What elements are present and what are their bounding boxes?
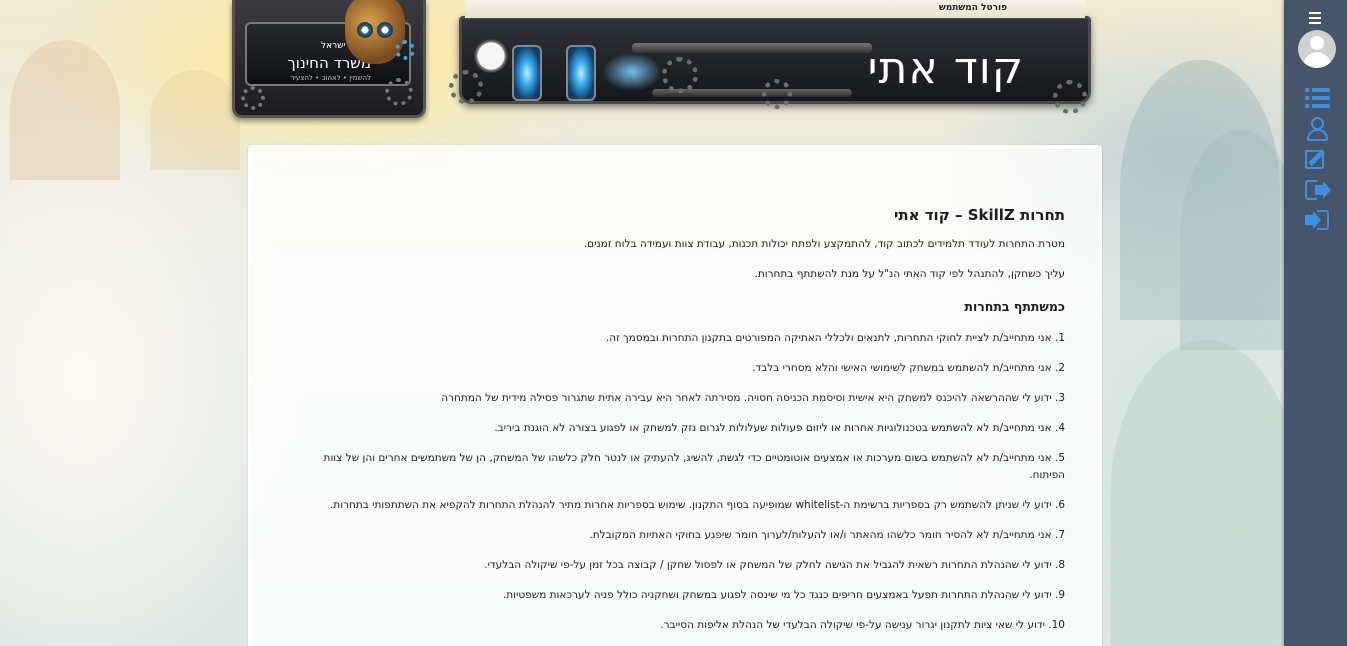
bg-mountain (150, 70, 240, 170)
pressure-gauge-icon (474, 39, 508, 73)
rule-item: 10. ידוע לי שאי ציות לתקנון יגרור ענישה … (660, 619, 1065, 631)
list-icon[interactable] (1305, 86, 1331, 110)
pipe-decoration (632, 43, 872, 53)
gear-icon (1053, 80, 1087, 114)
bg-mountain (1180, 130, 1300, 350)
content-card: תחרות SkillZ – קוד אתי מטרת התחרות לעודד… (248, 145, 1102, 646)
energy-tube-icon (566, 45, 596, 101)
gear-icon (662, 57, 698, 93)
login-icon[interactable] (1305, 208, 1331, 232)
instruction-paragraph: עליך כשחקן, להתנהל לפי קוד האתי הנ"ל על … (754, 268, 1066, 280)
gear-icon (395, 40, 415, 60)
rule-item: 2. אני מתחייב/ת להשתמש במשחק לשימושי האי… (752, 362, 1065, 374)
intro-paragraph: מטרת התחרות לעודד תלמידים לכתוב קוד, להת… (583, 238, 1065, 250)
gear-icon (385, 78, 413, 106)
gear-icon (449, 70, 483, 104)
page-banner: קוד אתי פורטל המשתמש (449, 0, 1101, 120)
participant-subheading: כמשתתף בתחרות (964, 299, 1065, 314)
electric-spark-icon (602, 53, 662, 91)
page-title: קוד אתי (867, 43, 1024, 94)
rule-item: 8. ידוע לי שהנהלת התחרות רשאית להגביל את… (484, 559, 1065, 571)
right-sidebar (1284, 0, 1347, 646)
logout-icon[interactable] (1305, 178, 1331, 202)
rule-item: 9. ידוע לי שהנהלת התחרות תפעל באמצעים חר… (502, 589, 1065, 601)
ministry-logo[interactable]: מדינת ישראל משרד החינוך להשמין • לאהוב •… (232, 0, 426, 118)
gear-icon (762, 79, 792, 109)
user-icon[interactable] (1305, 117, 1331, 141)
ethics-code-content: תחרות SkillZ – קוד אתי מטרת התחרות לעודד… (285, 206, 1065, 646)
banner-panel: קוד אתי (459, 16, 1091, 109)
rule-item: 6. ידוע לי שניתן להשתמש רק בספריות ברשימ… (329, 499, 1065, 511)
rule-item: 5. אני מתחייב/ת לא להשתמש בשום מערכות או… (323, 452, 1065, 481)
rule-item: 1. אני מתחייב/ת לציית לחוקי התחרות, לתנא… (605, 332, 1065, 344)
bg-mountain (10, 40, 120, 180)
content-heading: תחרות SkillZ – קוד אתי (893, 206, 1065, 224)
rule-item: 3. ידוע לי שההרשאה להיכנס למשחק היא אישי… (441, 392, 1065, 404)
gear-icon (241, 86, 265, 110)
energy-tube-icon (512, 45, 542, 101)
avatar[interactable] (1298, 30, 1336, 68)
bg-mountain (1110, 340, 1300, 646)
banner-top-strip: פורטל המשתמש (465, 0, 1085, 18)
portal-link[interactable]: פורטל המשתמש (939, 3, 1007, 13)
rule-item: 7. אני מתחייב/ת לא להסיר חומר כלשהו מהאת… (589, 529, 1065, 541)
logo-motto-text: להשמין • לאהוב • להצעיר (290, 74, 371, 82)
menu-icon[interactable] (1309, 12, 1321, 27)
rule-item: 4. אני מתחייב/ת לא להשתמש בטכנולוגיות אח… (494, 422, 1065, 434)
edit-icon[interactable] (1305, 147, 1331, 171)
